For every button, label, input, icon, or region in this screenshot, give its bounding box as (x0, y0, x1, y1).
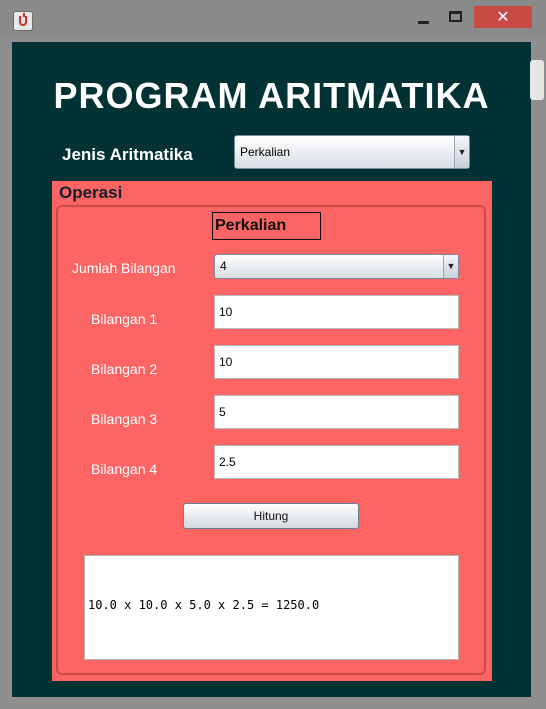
jumlah-bilangan-label: Jumlah Bilangan (72, 260, 176, 276)
jumlah-bilangan-value: 4 (220, 259, 227, 273)
operation-name-label: Perkalian (212, 212, 321, 240)
page-title: PROGRAM ARITMATIKA (53, 75, 490, 116)
bilangan-3-label: Bilangan 3 (91, 411, 158, 427)
chevron-down-icon[interactable]: ▼ (443, 255, 458, 278)
hitung-button[interactable]: Hitung (183, 503, 359, 529)
background-decoration (530, 60, 544, 100)
jenis-aritmatika-label: Jenis Aritmatika (62, 145, 193, 164)
title-bar[interactable]: ✕ (0, 0, 546, 36)
jumlah-bilangan-select[interactable]: 4 ▼ (214, 254, 459, 279)
jenis-aritmatika-value: Perkalian (240, 145, 291, 159)
bilangan-3-input[interactable]: 5 (214, 395, 459, 429)
operasi-panel: Operasi Perkalian Jumlah Bilangan 4 ▼ Bi… (52, 181, 492, 681)
minimize-button[interactable] (414, 4, 434, 30)
chevron-down-icon[interactable]: ▼ (454, 136, 469, 168)
close-button[interactable]: ✕ (474, 6, 532, 28)
bilangan-1-input[interactable]: 10 (214, 295, 459, 329)
bilangan-2-label: Bilangan 2 (91, 361, 158, 377)
bilangan-1-label: Bilangan 1 (91, 311, 158, 327)
main-content: PROGRAM ARITMATIKA Jenis Aritmatika Perk… (12, 42, 531, 697)
jenis-aritmatika-select[interactable]: Perkalian ▼ (234, 135, 470, 169)
result-textarea[interactable]: 10.0 x 10.0 x 5.0 x 2.5 = 1250.0 (84, 555, 459, 660)
app-window: ✕ PROGRAM ARITMATIKA Jenis Aritmatika Pe… (0, 0, 546, 709)
bilangan-2-input[interactable]: 10 (214, 345, 459, 379)
minimize-icon (418, 21, 429, 24)
bilangan-4-input[interactable]: 2.5 (214, 445, 459, 479)
operasi-title: Operasi (59, 183, 123, 202)
maximize-icon (449, 11, 462, 22)
bilangan-4-label: Bilangan 4 (91, 461, 158, 477)
maximize-button[interactable] (446, 4, 466, 30)
java-icon (13, 11, 33, 31)
